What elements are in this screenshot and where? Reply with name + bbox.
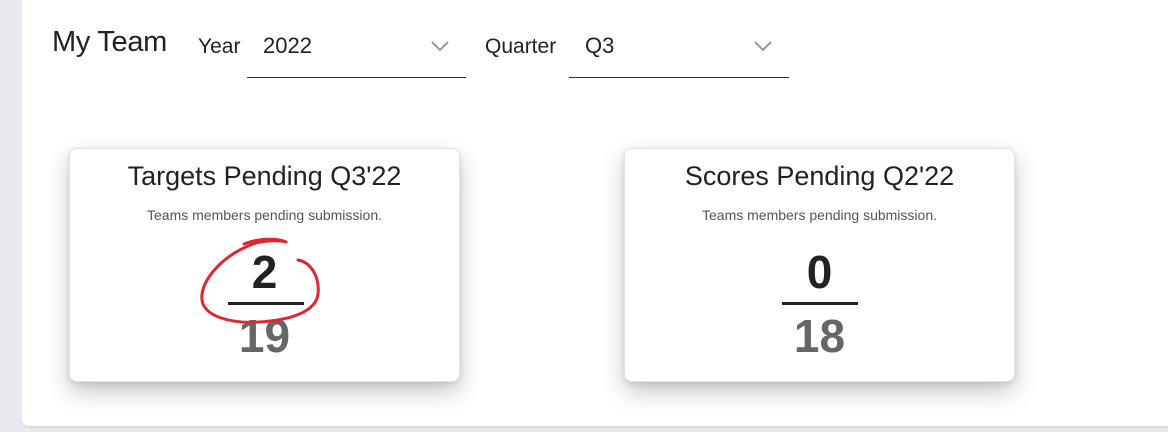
year-select[interactable]: 2022 <box>247 20 466 78</box>
quarter-label: Quarter <box>485 35 557 58</box>
card-title: Targets Pending Q3'22 <box>127 161 402 191</box>
page-title: My Team <box>52 26 168 58</box>
card-subtitle: Teams members pending submission. <box>702 207 937 223</box>
fraction-divider <box>228 302 304 305</box>
pending-count[interactable]: 0 <box>625 245 1014 299</box>
year-label: Year <box>198 35 241 58</box>
card-subtitle: Teams members pending submission. <box>147 207 382 223</box>
fraction-divider <box>782 302 858 305</box>
chevron-down-icon <box>754 41 772 52</box>
scores-pending-card[interactable]: Scores Pending Q2'22 Teams members pendi… <box>624 148 1015 382</box>
total-count: 18 <box>793 310 846 362</box>
chevron-down-icon <box>431 41 449 52</box>
year-select-value: 2022 <box>263 33 312 58</box>
total-count: 19 <box>238 310 291 362</box>
targets-pending-card[interactable]: Targets Pending Q3'22 Teams members pend… <box>69 148 460 382</box>
card-title: Scores Pending Q2'22 <box>684 161 955 191</box>
pending-count[interactable]: 2 <box>70 245 459 299</box>
quarter-select-value: Q3 <box>585 33 615 58</box>
quarter-select[interactable]: Q3 <box>569 20 789 78</box>
